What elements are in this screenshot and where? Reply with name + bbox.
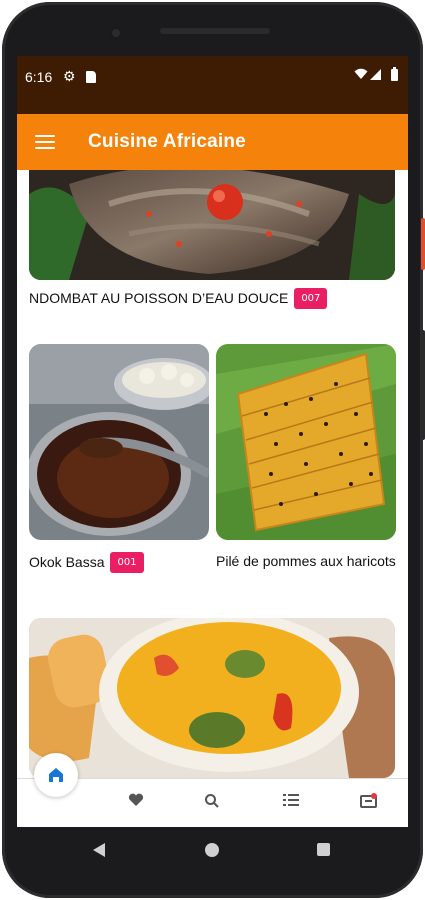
recipe-card-pile[interactable]: Pilé de pommes aux haricots [216, 344, 396, 604]
volume-button[interactable] [421, 330, 425, 440]
bottom-navigation [17, 753, 408, 827]
app-bar: Cuisine Africaine [17, 114, 408, 170]
recent-apps-icon[interactable] [317, 843, 330, 856]
search-icon[interactable] [200, 793, 224, 813]
battery-icon [391, 67, 398, 81]
front-camera [109, 26, 123, 40]
gear-icon: ⚙ [63, 68, 76, 84]
recipe-image-pile [216, 344, 396, 540]
recipe-image-okok [29, 344, 209, 540]
status-time: 6:16 [25, 69, 53, 85]
recipe-badge: 007 [294, 288, 328, 309]
wifi-icon [354, 68, 368, 83]
hamburger-menu-icon[interactable] [35, 134, 55, 150]
sd-card-icon [86, 71, 96, 83]
back-icon[interactable] [93, 843, 105, 857]
signal-icon [370, 69, 381, 80]
recipe-card-ndombat[interactable]: NDOMBAT AU POISSON D’EAU DOUCE 007 [29, 170, 395, 309]
recipe-badge: 001 [110, 552, 144, 573]
recipe-label-okok: Okok Bassa 001 [29, 552, 209, 573]
recipe-card-okok[interactable]: Okok Bassa 001 [29, 344, 209, 584]
recipe-list[interactable]: NDOMBAT AU POISSON D’EAU DOUCE 007 Okok … [17, 170, 408, 778]
system-home-icon[interactable] [205, 843, 219, 857]
phone-device: 6:16 ⚙ Cuisine Africaine NDOMBAT AU POIS… [0, 0, 425, 900]
home-icon [49, 768, 63, 782]
recipe-title: Pilé de pommes aux haricots [216, 553, 396, 569]
status-bar: 6:16 ⚙ [17, 56, 408, 114]
recipe-image-soup [29, 618, 395, 778]
recipe-image-ndombat [29, 170, 395, 280]
recipe-title: NDOMBAT AU POISSON D’EAU DOUCE [29, 290, 289, 306]
earpiece-speaker [160, 28, 270, 34]
recipe-card-soup[interactable] [29, 618, 395, 778]
list-icon[interactable] [279, 793, 303, 813]
recipe-title: Okok Bassa [29, 554, 105, 570]
nav-home[interactable] [34, 753, 78, 797]
heart-icon[interactable] [124, 793, 148, 813]
recipe-label-ndombat: NDOMBAT AU POISSON D’EAU DOUCE 007 [29, 288, 395, 309]
app-title: Cuisine Africaine [88, 131, 246, 152]
app-screen: 6:16 ⚙ Cuisine Africaine NDOMBAT AU POIS… [17, 56, 408, 827]
video-icon[interactable] [357, 793, 381, 813]
system-navigation-bar [17, 827, 408, 873]
power-button[interactable] [421, 218, 425, 270]
